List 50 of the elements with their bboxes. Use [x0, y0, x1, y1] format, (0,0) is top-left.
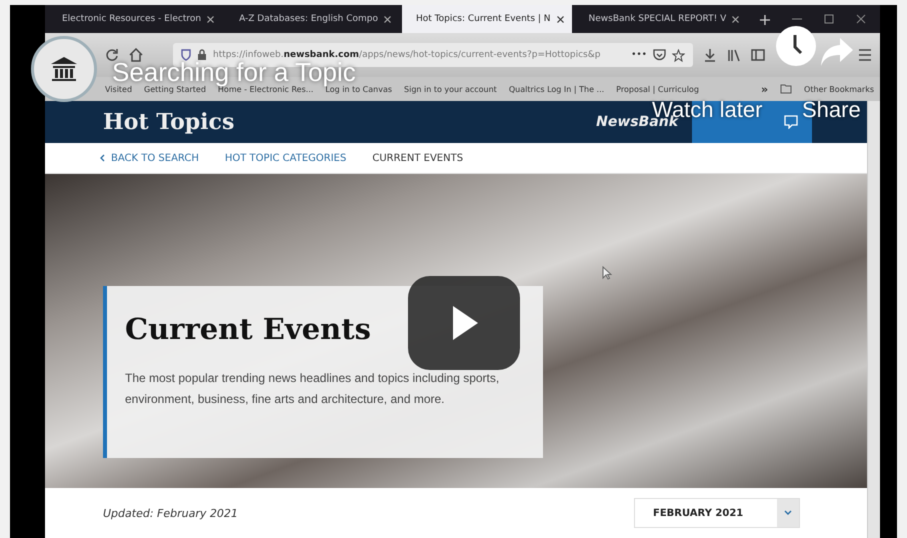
close-tab-icon[interactable]: [384, 16, 391, 22]
breadcrumb-link[interactable]: CURRENT EVENTS: [372, 152, 464, 164]
bookmark-link[interactable]: Qualtrics Log In | The ...: [508, 84, 604, 94]
bookmark-link[interactable]: Other Bookmarks: [804, 84, 874, 94]
new-tab-button[interactable]: +: [758, 10, 772, 28]
updated-date: Updated: February 2021: [103, 506, 238, 520]
share-label[interactable]: Share: [802, 97, 861, 123]
close-tab-icon[interactable]: [556, 16, 564, 22]
hero-title: Current Events: [125, 312, 372, 346]
browser-tab[interactable]: NewsBank SPECIAL REPORT! V: [574, 5, 748, 33]
pocket-icon[interactable]: [653, 49, 666, 61]
close-icon[interactable]: [856, 14, 866, 24]
browser-tab[interactable]: Hot Topics: Current Events | N: [402, 5, 572, 33]
shield-icon: [181, 49, 191, 61]
browser-tab[interactable]: Electronic Resources - Electron: [48, 5, 222, 33]
bookmark-link[interactable]: Visited: [105, 84, 132, 94]
menu-icon[interactable]: [858, 49, 872, 61]
reload-icon[interactable]: [105, 48, 119, 62]
hero-description: The most popular trending news headlines and topics including sports, environment, business, fine arts and architecture, and more.: [125, 370, 500, 408]
bookmark-link[interactable]: Sign in to your account: [404, 84, 497, 94]
video-player[interactable]: [10, 5, 897, 538]
comment-icon: [784, 115, 798, 129]
play-button[interactable]: [408, 276, 520, 370]
month-dropdown[interactable]: FEBRUARY 2021: [634, 498, 800, 528]
bookmark-link[interactable]: Home - Electronic Res...: [218, 84, 314, 94]
restore-icon[interactable]: [824, 14, 834, 24]
lock-icon: [197, 49, 207, 61]
page-actions-button[interactable]: •••: [631, 50, 647, 60]
home-icon[interactable]: [129, 48, 143, 62]
brand-logo: NewsBank: [596, 114, 678, 130]
browser-tab[interactable]: A-Z Databases: English Compo: [225, 5, 399, 33]
chevron-left-icon: [100, 154, 105, 162]
chevron-down-icon: [784, 510, 792, 516]
site-title: Hot Topics: [103, 109, 234, 135]
mouse-cursor-icon: [602, 266, 612, 280]
more-bookmarks-button[interactable]: »: [760, 82, 768, 96]
breadcrumb-link[interactable]: HOT TOPIC CATEGORIES: [224, 152, 346, 164]
close-tab-icon[interactable]: [207, 16, 214, 22]
breadcrumb-link[interactable]: BACK TO SEARCH: [100, 152, 199, 164]
star-icon[interactable]: [672, 48, 685, 62]
bookmark-link[interactable]: Getting Started: [144, 84, 206, 94]
clock-icon[interactable]: [776, 26, 816, 66]
scrollbar[interactable]: [867, 101, 880, 538]
library-icon[interactable]: [727, 48, 741, 62]
download-icon[interactable]: [703, 48, 717, 62]
bookmark-link[interactable]: Proposal | Curriculog: [616, 84, 699, 94]
sidebar-icon[interactable]: [751, 48, 765, 62]
folder-icon: [780, 84, 792, 94]
close-tab-icon[interactable]: [732, 16, 740, 22]
bookmark-link[interactable]: Log in to Canvas: [325, 84, 392, 94]
